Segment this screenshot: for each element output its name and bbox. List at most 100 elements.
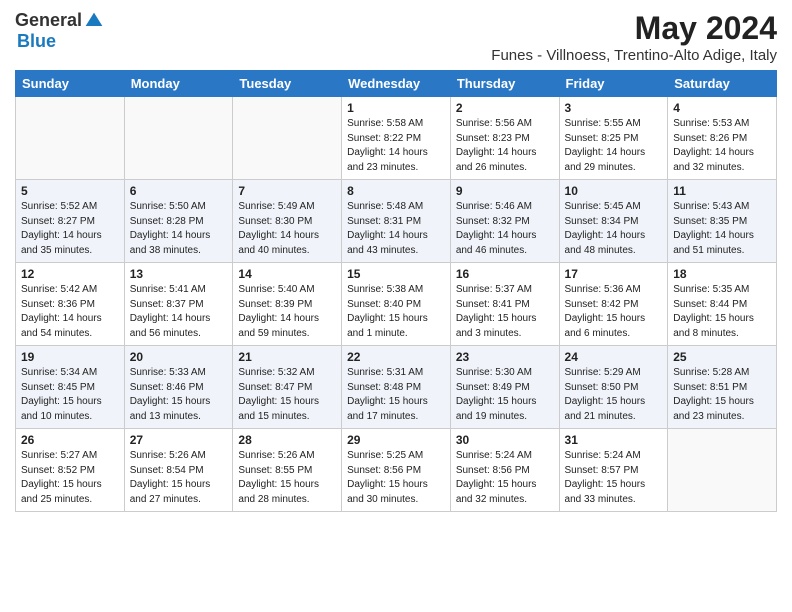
calendar-table: Sunday Monday Tuesday Wednesday Thursday… [15,70,777,512]
table-row: 22Sunrise: 5:31 AM Sunset: 8:48 PM Dayli… [342,346,451,429]
day-number: 30 [456,433,554,447]
day-number: 27 [130,433,228,447]
table-row: 15Sunrise: 5:38 AM Sunset: 8:40 PM Dayli… [342,263,451,346]
table-row: 6 Sunrise: 5:50 AM Sunset: 8:28 PM Daylig… [124,180,233,263]
table-row: 16Sunrise: 5:37 AM Sunset: 8:41 PM Dayli… [450,263,559,346]
day-info: Sunrise: 5:30 AM Sunset: 8:49 PM Dayligh… [456,366,554,424]
day-info: Sunrise: 5:40 AM Sunset: 8:39 PM Dayligh… [238,283,336,341]
table-row: 28Sunrise: 5:26 AM Sunset: 8:55 PM Dayli… [233,429,342,512]
table-row: 26Sunrise: 5:27 AM Sunset: 8:52 PM Dayli… [16,429,125,512]
day-info: Sunrise: 5:24 AM Sunset: 8:56 PM Dayligh… [456,449,554,507]
table-row: 27 Sunrise: 5:26 AM Sunset: 8:54 PM Dayli… [124,429,233,512]
table-row: 11 Sunrise: 5:43 AM Sunset: 8:35 PM Dayli… [668,180,777,263]
table-row [124,97,233,180]
day-number: 24 [565,350,663,364]
table-row: 20 Sunrise: 5:33 AM Sunset: 8:46 PM Dayli… [124,346,233,429]
calendar-header-row: Sunday Monday Tuesday Wednesday Thursday… [16,71,777,97]
day-info: Sunrise: 5:56 AM Sunset: 8:23 PM Dayligh… [456,117,554,175]
table-row: 30 Sunrise: 5:24 AM Sunset: 8:56 PM Dayli… [450,429,559,512]
day-info: Sunrise: 5:36 AM Sunset: 8:42 PM Dayligh… [565,283,663,341]
day-info: Sunrise: 5:49 AM Sunset: 8:30 PM Dayligh… [238,200,336,258]
day-info: Sunrise: 5:35 AM Sunset: 8:44 PM Dayligh… [673,283,771,341]
day-number: 9 [456,184,554,198]
day-number: 3 [565,101,663,115]
logo-icon [84,11,104,31]
table-row: 2 Sunrise: 5:56 AM Sunset: 8:23 PM Daylig… [450,97,559,180]
day-number: 19 [21,350,119,364]
day-number: 14 [238,267,336,281]
day-number: 23 [456,350,554,364]
table-row: 10 Sunrise: 5:45 AM Sunset: 8:34 PM Dayli… [559,180,668,263]
day-number: 12 [21,267,119,281]
day-info: Sunrise: 5:24 AM Sunset: 8:57 PM Dayligh… [565,449,663,507]
day-number: 1 [347,101,445,115]
day-info: Sunrise: 5:26 AM Sunset: 8:54 PM Dayligh… [130,449,228,507]
table-row: 5 Sunrise: 5:52 AM Sunset: 8:27 PM Daylig… [16,180,125,263]
table-row: 3 Sunrise: 5:55 AM Sunset: 8:25 PM Daylig… [559,97,668,180]
calendar-week-row: 26Sunrise: 5:27 AM Sunset: 8:52 PM Dayli… [16,429,777,512]
logo-text: General [15,10,104,31]
day-number: 5 [21,184,119,198]
day-number: 7 [238,184,336,198]
day-number: 31 [565,433,663,447]
day-info: Sunrise: 5:45 AM Sunset: 8:34 PM Dayligh… [565,200,663,258]
day-number: 6 [130,184,228,198]
table-row: 23 Sunrise: 5:30 AM Sunset: 8:49 PM Dayli… [450,346,559,429]
table-row: 1 Sunrise: 5:58 AM Sunset: 8:22 PM Daylig… [342,97,451,180]
header-wednesday: Wednesday [342,71,451,97]
day-info: Sunrise: 5:43 AM Sunset: 8:35 PM Dayligh… [673,200,771,258]
day-info: Sunrise: 5:26 AM Sunset: 8:55 PM Dayligh… [238,449,336,507]
table-row: 31 Sunrise: 5:24 AM Sunset: 8:57 PM Dayli… [559,429,668,512]
day-info: Sunrise: 5:55 AM Sunset: 8:25 PM Dayligh… [565,117,663,175]
day-number: 8 [347,184,445,198]
table-row: 9 Sunrise: 5:46 AM Sunset: 8:32 PM Daylig… [450,180,559,263]
day-info: Sunrise: 5:52 AM Sunset: 8:27 PM Dayligh… [21,200,119,258]
day-info: Sunrise: 5:42 AM Sunset: 8:36 PM Dayligh… [21,283,119,341]
calendar-week-row: 1 Sunrise: 5:58 AM Sunset: 8:22 PM Daylig… [16,97,777,180]
day-number: 22 [347,350,445,364]
day-info: Sunrise: 5:34 AM Sunset: 8:45 PM Dayligh… [21,366,119,424]
day-number: 25 [673,350,771,364]
table-row [233,97,342,180]
day-info: Sunrise: 5:38 AM Sunset: 8:40 PM Dayligh… [347,283,445,341]
day-info: Sunrise: 5:58 AM Sunset: 8:22 PM Dayligh… [347,117,445,175]
table-row: 14 Sunrise: 5:40 AM Sunset: 8:39 PM Dayli… [233,263,342,346]
calendar-week-row: 5 Sunrise: 5:52 AM Sunset: 8:27 PM Daylig… [16,180,777,263]
header-thursday: Thursday [450,71,559,97]
table-row: 21Sunrise: 5:32 AM Sunset: 8:47 PM Dayli… [233,346,342,429]
day-number: 4 [673,101,771,115]
day-number: 21 [238,350,336,364]
day-info: Sunrise: 5:29 AM Sunset: 8:50 PM Dayligh… [565,366,663,424]
day-number: 29 [347,433,445,447]
day-info: Sunrise: 5:50 AM Sunset: 8:28 PM Dayligh… [130,200,228,258]
table-row: 13Sunrise: 5:41 AM Sunset: 8:37 PM Dayli… [124,263,233,346]
table-row: 17 Sunrise: 5:36 AM Sunset: 8:42 PM Dayli… [559,263,668,346]
day-number: 2 [456,101,554,115]
title-block: May 2024 Funes - Villnoess, Trentino-Alt… [491,10,777,64]
day-info: Sunrise: 5:28 AM Sunset: 8:51 PM Dayligh… [673,366,771,424]
day-info: Sunrise: 5:41 AM Sunset: 8:37 PM Dayligh… [130,283,228,341]
table-row [16,97,125,180]
day-info: Sunrise: 5:25 AM Sunset: 8:56 PM Dayligh… [347,449,445,507]
calendar-week-row: 12 Sunrise: 5:42 AM Sunset: 8:36 PM Dayli… [16,263,777,346]
day-info: Sunrise: 5:48 AM Sunset: 8:31 PM Dayligh… [347,200,445,258]
page: General Blue May 2024 Funes - Villnoess,… [0,0,792,612]
table-row: 25 Sunrise: 5:28 AM Sunset: 8:51 PM Dayli… [668,346,777,429]
day-number: 26 [21,433,119,447]
day-number: 16 [456,267,554,281]
day-number: 10 [565,184,663,198]
table-row: 18Sunrise: 5:35 AM Sunset: 8:44 PM Dayli… [668,263,777,346]
day-info: Sunrise: 5:33 AM Sunset: 8:46 PM Dayligh… [130,366,228,424]
table-row: 19 Sunrise: 5:34 AM Sunset: 8:45 PM Dayli… [16,346,125,429]
logo-general: General [15,10,82,31]
header-tuesday: Tuesday [233,71,342,97]
table-row: 12 Sunrise: 5:42 AM Sunset: 8:36 PM Dayli… [16,263,125,346]
day-number: 11 [673,184,771,198]
logo-blue: Blue [17,31,56,51]
calendar-week-row: 19 Sunrise: 5:34 AM Sunset: 8:45 PM Dayli… [16,346,777,429]
table-row: 24 Sunrise: 5:29 AM Sunset: 8:50 PM Dayli… [559,346,668,429]
day-info: Sunrise: 5:46 AM Sunset: 8:32 PM Dayligh… [456,200,554,258]
table-row: 7 Sunrise: 5:49 AM Sunset: 8:30 PM Daylig… [233,180,342,263]
day-number: 20 [130,350,228,364]
day-number: 17 [565,267,663,281]
